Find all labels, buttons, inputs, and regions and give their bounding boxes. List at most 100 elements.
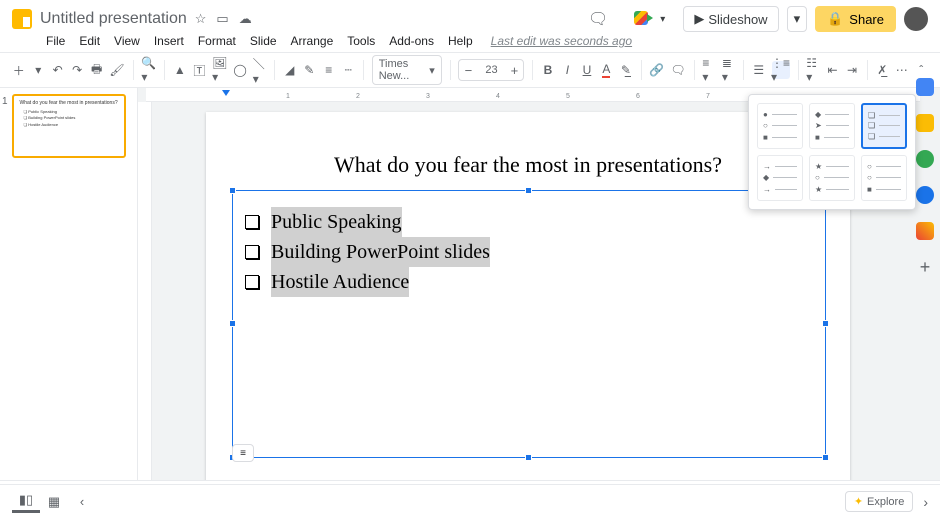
meet-button[interactable]: ▾: [622, 3, 675, 35]
border-weight-button[interactable]: ≡: [322, 61, 335, 79]
list-item[interactable]: Building PowerPoint slides: [245, 237, 813, 267]
resize-handle[interactable]: [525, 187, 532, 194]
list-item[interactable]: Hostile Audience: [245, 267, 813, 297]
footer: ▮▯ ▦ ‹ ✦ Explore ›: [0, 484, 940, 518]
menu-format[interactable]: Format: [198, 34, 236, 48]
indent-decrease-button[interactable]: ⇤: [826, 61, 839, 79]
list-item[interactable]: Public Speaking: [245, 207, 813, 237]
menu-insert[interactable]: Insert: [154, 34, 184, 48]
slide-thumbnail-1[interactable]: What do you fear the most in presentatio…: [12, 94, 126, 158]
collapse-filmstrip-button[interactable]: ‹: [68, 491, 96, 513]
more-tools-button[interactable]: ⋯: [895, 61, 908, 79]
underline-button[interactable]: U: [580, 61, 593, 79]
move-folder-icon[interactable]: ▭: [216, 11, 228, 27]
image-tool[interactable]: 🖼 ▾: [212, 61, 227, 79]
bulleted-list-button[interactable]: ⋮≡ ▾: [772, 61, 790, 79]
font-size-value[interactable]: 23: [477, 64, 505, 76]
resize-handle[interactable]: [822, 454, 829, 461]
highlight-color-button[interactable]: ✎̲: [619, 61, 632, 79]
insert-comment-button[interactable]: 🗨: [670, 61, 685, 79]
font-selector[interactable]: Times New...▾: [372, 55, 442, 85]
border-color-button[interactable]: ✎: [303, 61, 316, 79]
maps-icon[interactable]: [916, 222, 934, 240]
filmstrip-view-button[interactable]: ▮▯: [12, 491, 40, 513]
slideshow-button[interactable]: ▶ Slideshow: [683, 6, 778, 32]
add-addon-icon[interactable]: +: [916, 258, 934, 276]
share-label: Share: [849, 12, 884, 27]
menu-arrange[interactable]: Arrange: [291, 34, 334, 48]
bullet-option-disc[interactable]: ● ○ ■: [757, 103, 803, 149]
tasks-icon[interactable]: [916, 150, 934, 168]
indent-increase-button[interactable]: ⇥: [845, 61, 858, 79]
share-button[interactable]: 🔒 Share: [815, 6, 896, 32]
line-tool[interactable]: ＼ ▾: [253, 61, 266, 79]
last-edit-label[interactable]: Last edit was seconds ago: [491, 34, 632, 48]
bullet-list[interactable]: Public Speaking Building PowerPoint slid…: [233, 191, 825, 313]
show-side-panel-button[interactable]: ›: [923, 494, 928, 510]
explore-button[interactable]: ✦ Explore: [845, 491, 914, 512]
border-dash-button[interactable]: ┄: [341, 61, 354, 79]
print-button[interactable]: 🖶: [90, 61, 103, 79]
font-name-label: Times New...: [379, 58, 429, 82]
menu-tools[interactable]: Tools: [347, 34, 375, 48]
menu-file[interactable]: File: [46, 34, 65, 48]
contacts-icon[interactable]: [916, 186, 934, 204]
body-textbox-selected[interactable]: Public Speaking Building PowerPoint slid…: [232, 190, 826, 458]
header: Untitled presentation ☆ ▭ ☁ 🗨 ▾ ▶ Slides…: [0, 0, 940, 32]
textbox-drag-handle[interactable]: ≡: [232, 444, 254, 462]
checkbox-icon: [245, 215, 259, 229]
checkbox-icon: [245, 275, 259, 289]
font-size-decrease[interactable]: −: [459, 63, 477, 78]
shape-tool[interactable]: ◯: [233, 61, 246, 79]
paint-format-button[interactable]: 🖌: [109, 61, 124, 79]
explore-label: Explore: [867, 496, 904, 508]
textbox-tool[interactable]: 🅃: [193, 61, 206, 79]
account-avatar[interactable]: [904, 7, 928, 31]
collapse-toolbar-button[interactable]: ˆ: [915, 61, 928, 79]
menu-addons[interactable]: Add-ons: [389, 34, 434, 48]
select-tool[interactable]: ▲: [173, 61, 186, 79]
menu-view[interactable]: View: [114, 34, 140, 48]
doc-title-icons: ☆ ▭ ☁: [195, 11, 252, 27]
align-button[interactable]: ≡ ▾: [702, 61, 715, 79]
bold-button[interactable]: B: [541, 61, 554, 79]
checkbox-icon: [245, 245, 259, 259]
fill-color-button[interactable]: ◢: [283, 61, 296, 79]
keep-icon[interactable]: [916, 114, 934, 132]
menu-help[interactable]: Help: [448, 34, 473, 48]
menu-slide[interactable]: Slide: [250, 34, 277, 48]
font-size-increase[interactable]: +: [505, 63, 523, 78]
menu-edit[interactable]: Edit: [79, 34, 100, 48]
calendar-icon[interactable]: [916, 78, 934, 96]
comments-icon[interactable]: 🗨: [588, 9, 608, 29]
insert-link-button[interactable]: 🔗: [649, 61, 664, 79]
clear-formatting-button[interactable]: ✗̲: [875, 61, 888, 79]
undo-button[interactable]: ↶: [51, 61, 64, 79]
resize-handle[interactable]: [229, 320, 236, 327]
chevron-down-icon: ▾: [660, 14, 665, 25]
new-slide-dropdown-icon[interactable]: ▾: [31, 61, 44, 79]
resize-handle[interactable]: [822, 320, 829, 327]
canvas[interactable]: 1 2 3 4 5 6 7 What do you fear the most …: [138, 88, 940, 480]
bullet-option-star[interactable]: ★ ○ ★: [809, 155, 855, 201]
line-spacing-button[interactable]: ≣ ▾: [722, 61, 735, 79]
bullet-option-checkbox[interactable]: ❏ ❏ ❏: [861, 103, 907, 149]
redo-button[interactable]: ↷: [70, 61, 83, 79]
new-slide-button[interactable]: ＋: [12, 61, 25, 79]
bullet-option-diamond[interactable]: ◆ ➤ ■: [809, 103, 855, 149]
slideshow-dropdown[interactable]: ▾: [787, 6, 808, 32]
italic-button[interactable]: I: [561, 61, 574, 79]
numbered-list-button[interactable]: ☰: [752, 61, 765, 79]
grid-view-button[interactable]: ▦: [40, 491, 68, 513]
text-color-button[interactable]: A: [600, 61, 613, 79]
thumb-mini-item-3: ❏ Hostile Audience: [24, 122, 120, 128]
bullet-option-arrow[interactable]: → ◆ →: [757, 155, 803, 201]
resize-handle[interactable]: [525, 454, 532, 461]
zoom-button[interactable]: 🔍 ▾: [141, 61, 156, 79]
resize-handle[interactable]: [229, 187, 236, 194]
checklist-button[interactable]: ☷ ▾: [806, 61, 819, 79]
slide-thumbnail-panel: 1 What do you fear the most in presentat…: [0, 88, 138, 480]
bullet-option-circle[interactable]: ○ ○ ■: [861, 155, 907, 201]
star-icon[interactable]: ☆: [195, 11, 207, 27]
doc-title[interactable]: Untitled presentation: [40, 10, 187, 28]
